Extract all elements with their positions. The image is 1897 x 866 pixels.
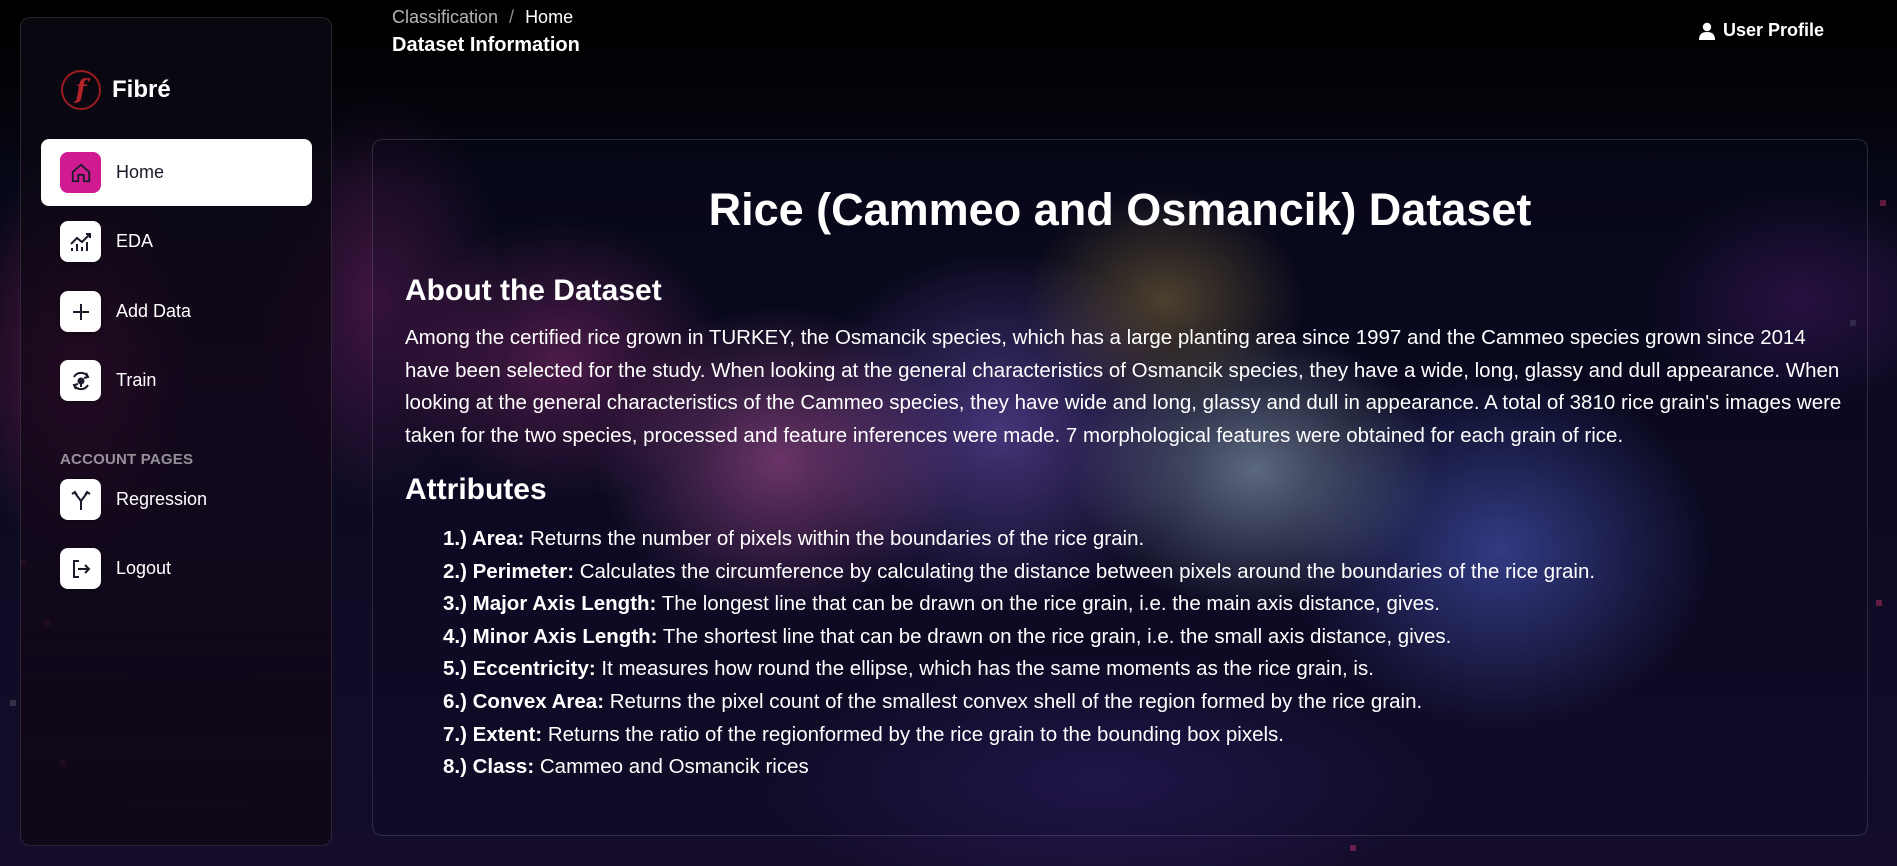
list-item: 3.) Major Axis Length: The longest line … [443, 588, 1595, 621]
attribute-desc: Cammeo and Osmancik rices [539, 755, 809, 779]
attribute-name: 4.) Minor Axis Length: [443, 624, 658, 648]
attributes-heading: Attributes [405, 473, 547, 506]
about-text: Among the certified rice grown in TURKEY… [405, 326, 1842, 447]
sidebar-item-regression[interactable]: Regression [41, 466, 312, 533]
sidebar-item-home[interactable]: Home [41, 139, 312, 206]
home-icon [60, 152, 101, 193]
breadcrumb-parent[interactable]: Classification [392, 7, 498, 28]
sidebar-item-train[interactable]: Train [41, 347, 312, 414]
sidebar-item-label: Logout [116, 558, 172, 578]
list-item: 8.) Class: Cammeo and Osmancik rices [443, 751, 1595, 784]
user-profile-link[interactable]: User Profile [1698, 20, 1824, 41]
attribute-desc: The longest line that can be drawn on th… [661, 592, 1441, 616]
attribute-name: 1.) Area: [443, 527, 525, 550]
breadcrumb-current: Home [525, 7, 574, 27]
sidebar: f Fibré Home EDA Add Data Train ACCOUNT … [20, 17, 332, 846]
sidebar-item-label: Home [116, 162, 165, 182]
attribute-name: 6.) Convex Area: [443, 689, 605, 713]
split-arrows-icon [60, 479, 101, 520]
sidebar-item-logout[interactable]: Logout [41, 535, 312, 602]
brand-logo: f [61, 70, 101, 110]
attribute-desc: Returns the ratio of the regionformed by… [547, 722, 1284, 746]
chart-icon [60, 221, 101, 262]
list-item: 2.) Perimeter: Calculates the circumfere… [443, 556, 1595, 589]
attribute-name: 2.) Perimeter: [443, 559, 575, 583]
attribute-name: 8.) Class: [443, 755, 535, 779]
breadcrumb-separator: / [509, 7, 515, 27]
sidebar-item-label: Regression [116, 489, 208, 509]
sidebar-item-add-data[interactable]: Add Data [41, 278, 312, 345]
attribute-name: 5.) Eccentricity: [443, 657, 596, 681]
list-item: 6.) Convex Area: Returns the pixel count… [443, 686, 1595, 719]
sidebar-item-eda[interactable]: EDA [41, 208, 312, 275]
train-icon [60, 360, 101, 401]
attribute-desc: Returns the pixel count of the smallest … [609, 689, 1423, 713]
logout-icon [60, 548, 101, 589]
attribute-name: 3.) Major Axis Length: [443, 592, 657, 616]
attribute-desc: The shortest line that can be drawn on t… [662, 624, 1452, 648]
attribute-desc: Calculates the circumference by calculat… [579, 559, 1596, 583]
about-heading: About the Dataset [405, 274, 662, 307]
user-profile-label: User Profile [1722, 20, 1824, 40]
page-title: Dataset Information [392, 34, 580, 56]
sidebar-item-label: Train [116, 370, 157, 390]
breadcrumb: Classification / Home [392, 7, 573, 28]
dataset-title: Rice (Cammeo and Osmancik) Dataset [708, 184, 1532, 235]
list-item: 4.) Minor Axis Length: The shortest line… [443, 621, 1595, 654]
user-icon [1698, 22, 1715, 40]
attributes-list: 1.) Area: Returns the number of pixels w… [443, 523, 1595, 784]
list-item: 1.) Area: Returns the number of pixels w… [443, 523, 1595, 556]
attribute-name: 7.) Extent: [443, 722, 543, 746]
brand[interactable]: f Fibré [61, 70, 171, 110]
attribute-desc: It measures how round the ellipse, which… [601, 657, 1374, 681]
attribute-desc: Returns the number of pixels within the … [529, 527, 1145, 550]
sidebar-item-label: EDA [116, 231, 154, 251]
dataset-info-card: Rice (Cammeo and Osmancik) Dataset About… [372, 139, 1868, 836]
plus-icon [60, 291, 101, 332]
list-item: 5.) Eccentricity: It measures how round … [443, 653, 1595, 686]
list-item: 7.) Extent: Returns the ratio of the reg… [443, 719, 1595, 752]
sidebar-item-label: Add Data [116, 301, 192, 321]
brand-name: Fibré [112, 76, 171, 103]
